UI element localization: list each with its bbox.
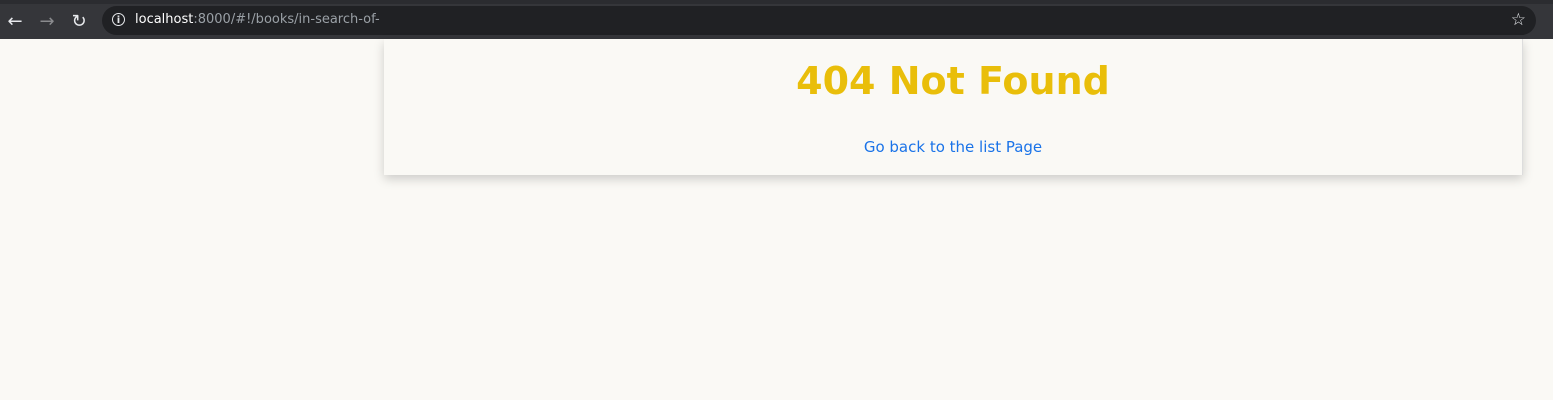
browser-toolbar: ← → ↻ i localhost:8000/#!/books/in-searc… (0, 4, 1553, 39)
page-title: 404 Not Found (796, 59, 1110, 103)
reload-icon[interactable]: ↻ (68, 11, 90, 33)
url-text[interactable]: localhost:8000/#!/books/in-search-of- (135, 12, 380, 27)
not-found-card: 404 Not Found Go back to the list Page (384, 39, 1523, 175)
bookmark-star-icon[interactable]: ☆ (1511, 10, 1526, 30)
back-arrow-icon[interactable]: ← (4, 11, 26, 33)
back-to-list-link[interactable]: Go back to the list Page (384, 138, 1522, 156)
info-icon[interactable]: i (112, 13, 125, 26)
address-bar[interactable]: i localhost:8000/#!/books/in-search-of- … (102, 6, 1536, 35)
forward-arrow-icon[interactable]: → (36, 11, 58, 33)
